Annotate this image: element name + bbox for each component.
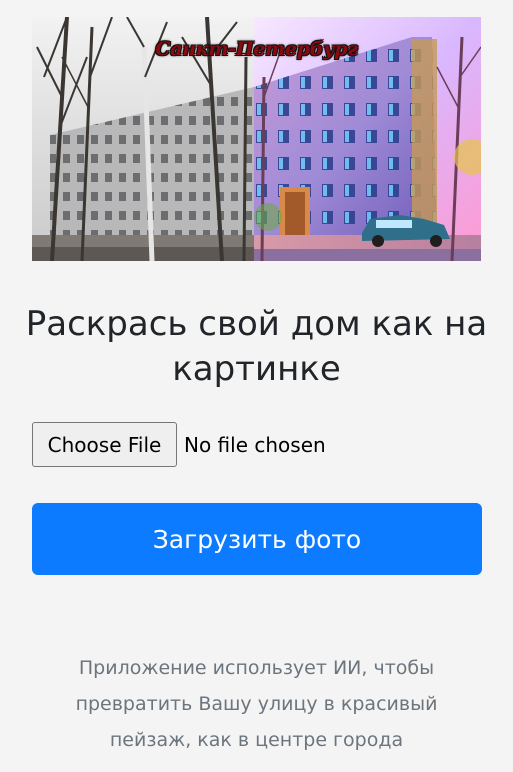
file-status-text: No file chosen [184,432,326,457]
hero-overlay-title: Санкт-Петербург [155,38,358,60]
hero-image: Санкт-Петербург [32,17,481,261]
app-description: Приложение использует ИИ, чтобы преврати… [75,657,438,751]
choose-file-button[interactable]: Choose File [32,422,177,467]
page-title: Раскрась свой дом как на картинке [25,304,488,389]
upload-photo-button[interactable]: Загрузить фото [32,503,482,575]
file-input[interactable]: Choose File No file chosen [32,422,326,467]
